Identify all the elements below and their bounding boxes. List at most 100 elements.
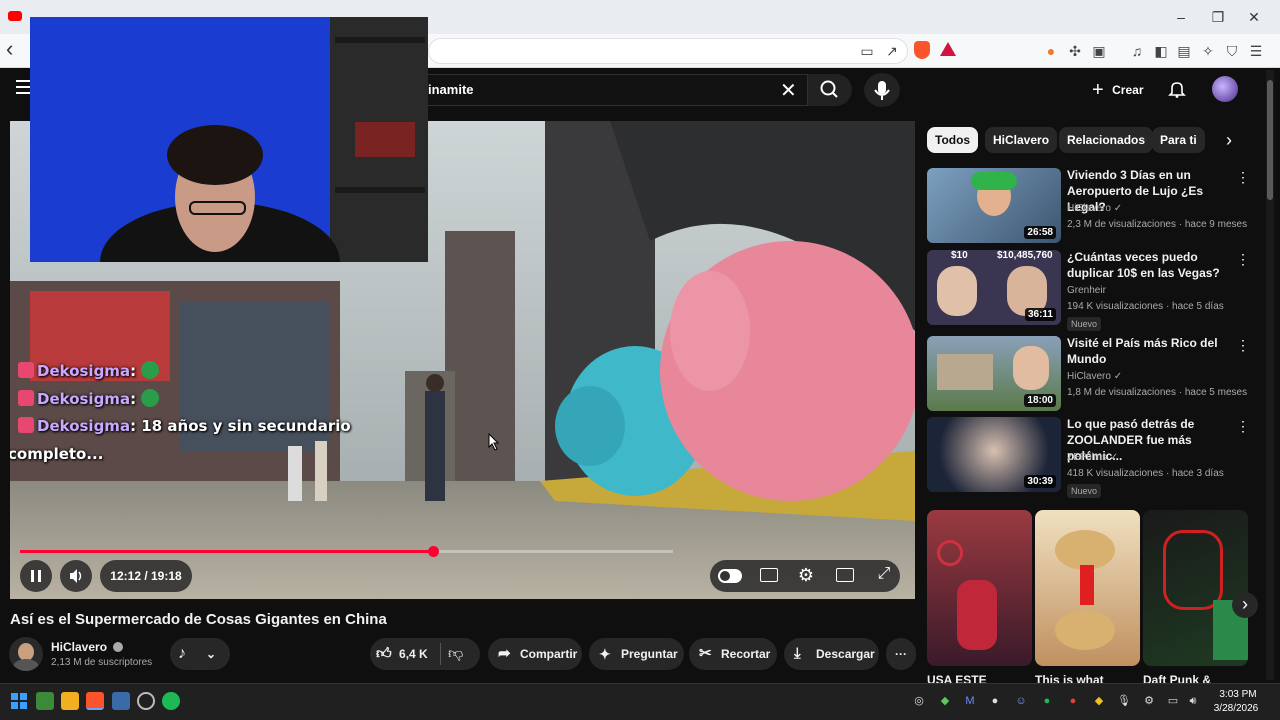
maximize-icon[interactable]: ❐ <box>1203 6 1233 28</box>
chip-all[interactable]: Todos <box>927 127 979 153</box>
wallet-icon[interactable]: ▤ <box>1174 42 1194 60</box>
browser-menu-icon[interactable]: ☰ <box>1246 42 1266 60</box>
tab-groups-icon[interactable]: ▣ <box>1089 42 1109 60</box>
vpn-shield-icon[interactable]: ⛉ <box>1222 42 1242 60</box>
clip-button[interactable]: ✂ Recortar <box>689 638 777 670</box>
chips-next-chevron-icon[interactable]: › <box>1220 130 1238 151</box>
tray-display-icon[interactable]: ▭ <box>1166 694 1180 708</box>
short-thumbnail[interactable] <box>927 510 1032 666</box>
taskbar-time[interactable]: 3:03 PM <box>1214 689 1262 700</box>
taskbar-date[interactable]: 3/28/2026 <box>1210 703 1262 714</box>
recommendation-thumbnail[interactable]: 18:00 <box>927 336 1061 411</box>
volume-button[interactable] <box>60 560 92 592</box>
short-thumbnail[interactable] <box>1035 510 1140 666</box>
close-window-icon[interactable]: ✕ <box>1239 6 1269 28</box>
extension-fox-icon[interactable]: ● <box>1041 42 1061 60</box>
tray-steam-icon[interactable]: ● <box>988 694 1002 708</box>
windows-start-icon[interactable] <box>10 692 28 710</box>
leo-ai-icon[interactable]: ✧ <box>1198 42 1218 60</box>
tray-nvidia-icon[interactable]: ◆ <box>938 694 952 708</box>
recommendation-menu-icon[interactable]: ⋮ <box>1236 251 1250 268</box>
progress-played <box>20 550 433 553</box>
share-page-icon[interactable]: ↗ <box>882 42 902 60</box>
taskbar-window-icon[interactable] <box>112 692 130 710</box>
tray-record-icon[interactable]: ● <box>1066 694 1080 708</box>
media-music-icon[interactable]: ♫ <box>1127 42 1147 60</box>
channel-name-text: HiClavero <box>51 640 108 654</box>
recommendation-channel[interactable]: ZEPfilms ✓ <box>1067 452 1118 463</box>
recommendation-menu-icon[interactable]: ⋮ <box>1236 169 1250 186</box>
tray-discord-icon[interactable]: ☺ <box>1014 694 1028 708</box>
heart-badge-icon <box>18 417 34 433</box>
verified-badge-icon: ✓ <box>1113 371 1123 382</box>
file-explorer-icon[interactable] <box>61 692 79 710</box>
download-button[interactable]: ⤓ Descargar <box>784 638 879 670</box>
tray-app-icon[interactable]: ◆ <box>1092 694 1106 708</box>
back-icon[interactable]: ‹ <box>6 38 24 62</box>
tray-volume-icon[interactable]: 🔊︎ <box>1186 694 1200 708</box>
recommendation-menu-icon[interactable]: ⋮ <box>1236 337 1250 354</box>
sparkle-icon: ✦ <box>599 646 611 662</box>
dislike-button[interactable]: 👎︎ <box>448 638 474 670</box>
theater-mode-icon[interactable] <box>836 568 854 582</box>
thumbs-down-icon: 👎︎ <box>448 645 464 662</box>
recommendation-menu-icon[interactable]: ⋮ <box>1236 418 1250 435</box>
recommendation-channel[interactable]: Grenheir <box>1067 285 1106 296</box>
duration-badge: 18:00 <box>1024 394 1056 407</box>
obs-studio-icon[interactable] <box>137 692 155 710</box>
extensions-puzzle-icon[interactable]: ✣ <box>1065 42 1085 60</box>
video-title: Así es el Supermercado de Cosas Gigantes… <box>10 611 387 628</box>
notifications-bell-icon[interactable] <box>1168 80 1186 98</box>
recommendation-title[interactable]: Visité el País más Rico del Mundo <box>1067 335 1235 367</box>
chip-channel[interactable]: HiClavero <box>985 127 1058 153</box>
fullscreen-icon[interactable]: ⤢ <box>874 565 894 583</box>
create-button[interactable]: + Crear <box>1092 79 1144 101</box>
sidebar-toggle-icon[interactable]: ◧ <box>1151 42 1171 60</box>
minimize-icon[interactable]: – <box>1166 6 1196 28</box>
taskbar-app-icon[interactable] <box>36 692 54 710</box>
brave-browser-icon[interactable] <box>86 692 104 710</box>
tray-network-icon[interactable]: ⚙ <box>1142 694 1156 708</box>
settings-gear-icon[interactable]: ⚙ <box>795 565 817 586</box>
recommendation-title[interactable]: ¿Cuántas veces puedo duplicar 10$ en las… <box>1067 249 1235 281</box>
account-avatar[interactable] <box>1212 76 1238 102</box>
recommendation-channel[interactable]: HiClavero ✓ <box>1067 203 1122 214</box>
page-scrollbar-track[interactable] <box>1266 70 1274 680</box>
recommendation-thumbnail[interactable]: $10 $10,485,760 36:11 <box>927 250 1061 325</box>
search-button[interactable] <box>808 74 852 106</box>
progress-scrubber[interactable] <box>427 546 439 557</box>
tray-spotify-icon[interactable]: ● <box>1040 694 1054 708</box>
recommendation-thumbnail[interactable]: 26:58 <box>927 168 1061 243</box>
like-button[interactable]: 👍︎ 6,4 K <box>376 638 440 670</box>
shorts-next-chevron-icon[interactable]: › <box>1232 592 1258 618</box>
address-bar[interactable] <box>428 38 908 64</box>
subscription-notifications-button[interactable]: ♪ ⌄ <box>170 638 230 670</box>
tray-app-icon[interactable]: M <box>963 694 977 708</box>
progress-bar[interactable] <box>20 546 673 557</box>
spotify-icon[interactable] <box>162 692 180 710</box>
screen-cast-icon[interactable]: ▭ <box>857 42 877 60</box>
voice-search-button[interactable] <box>864 73 900 107</box>
recommendation-thumbnail[interactable]: 30:39 <box>927 417 1061 492</box>
clear-search-icon[interactable]: ✕ <box>780 78 797 103</box>
page-scrollbar-thumb[interactable] <box>1267 80 1273 200</box>
pause-button[interactable] <box>20 560 52 592</box>
subtitles-icon[interactable] <box>760 568 778 582</box>
search-input[interactable]: inamite ✕ <box>428 74 808 106</box>
brave-shields-icon[interactable] <box>914 41 930 59</box>
recommendation-channel[interactable]: HiClavero ✓ <box>1067 371 1122 382</box>
chip-for-you[interactable]: Para ti <box>1152 127 1205 153</box>
share-button[interactable]: ➦ Compartir <box>488 638 582 670</box>
chip-related[interactable]: Relacionados <box>1059 127 1154 153</box>
channel-name[interactable]: HiClavero <box>51 640 124 654</box>
scissors-icon: ✂ <box>699 645 712 662</box>
short-thumbnail[interactable] <box>1143 510 1248 666</box>
subscriber-count: 2,13 M de suscriptores <box>51 657 153 668</box>
ask-button[interactable]: ✦ Preguntar <box>589 638 684 670</box>
brave-rewards-icon[interactable] <box>940 42 956 56</box>
tray-app-icon[interactable]: ◎ <box>912 694 926 708</box>
more-actions-button[interactable]: ··· <box>886 638 916 670</box>
tray-microphone-icon[interactable]: 🎙︎ <box>1117 694 1131 708</box>
channel-avatar[interactable] <box>9 637 43 671</box>
autoplay-toggle[interactable] <box>718 569 742 583</box>
